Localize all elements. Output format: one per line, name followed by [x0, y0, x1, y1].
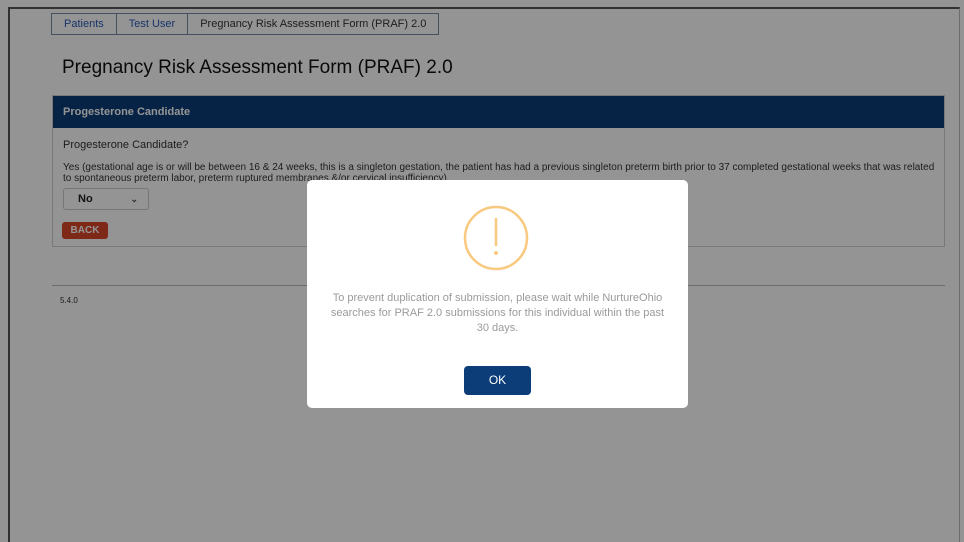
- exclamation-icon: [463, 205, 529, 271]
- duplicate-check-modal: To prevent duplication of submission, pl…: [307, 180, 688, 408]
- modal-message: To prevent duplication of submission, pl…: [330, 292, 665, 334]
- ok-button[interactable]: OK: [464, 366, 531, 395]
